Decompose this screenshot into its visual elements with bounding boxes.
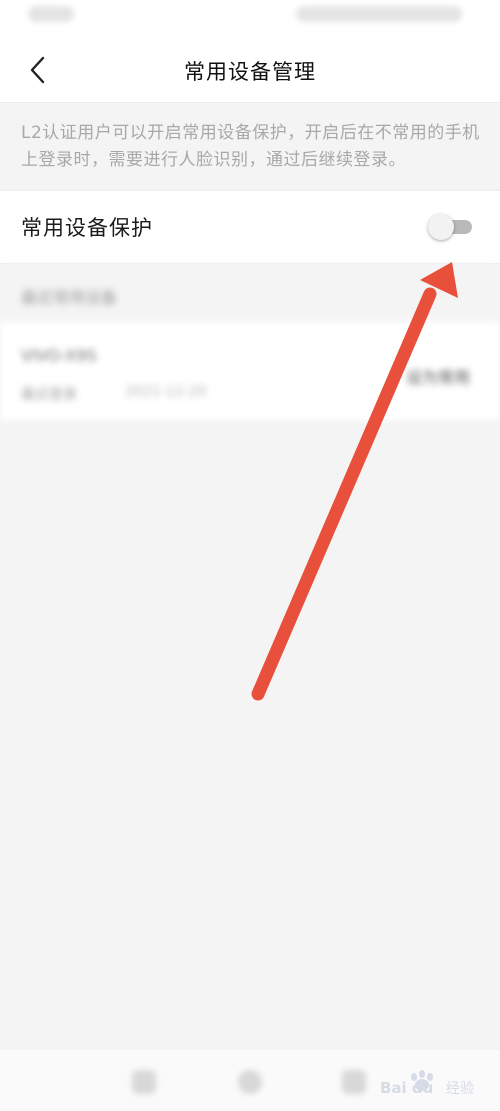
bottom-menu-icon[interactable]	[132, 1070, 156, 1094]
bottom-home-icon[interactable]	[238, 1070, 262, 1094]
watermark-brand: Bai du	[380, 1079, 433, 1097]
recent-devices-header: 最近常用设备	[0, 264, 500, 320]
watermark-suffix: 经验	[446, 1081, 474, 1097]
device-last-login-label: 最近登录	[21, 387, 77, 403]
nav-bar: 常用设备管理	[0, 36, 500, 103]
status-bar	[0, 0, 500, 36]
bottom-back-icon[interactable]	[342, 1070, 366, 1094]
status-icons-blur	[296, 6, 462, 22]
recent-devices-title: 最近常用设备	[21, 288, 118, 307]
set-common-device-button[interactable]: 设为常用	[406, 364, 470, 388]
baidu-jingyan-watermark: Bai du 经验	[376, 1063, 486, 1103]
device-protection-toggle[interactable]	[428, 214, 472, 240]
toggle-knob	[428, 214, 454, 240]
device-protection-row: 常用设备保护	[0, 190, 500, 264]
device-last-login-time: 2021-12-20	[125, 384, 207, 400]
description-section: L2认证用户可以开启常用设备保护，开启后在不常用的手机上登录时，需要进行人脸识别…	[0, 103, 500, 189]
description-text: L2认证用户可以开启常用设备保护，开启后在不常用的手机上登录时，需要进行人脸识别…	[21, 123, 480, 170]
device-name: VIVO-X9S	[21, 346, 97, 365]
baidu-paw-icon: Bai du 经验	[380, 1070, 474, 1097]
status-time-blur	[28, 6, 74, 22]
page-title: 常用设备管理	[184, 60, 316, 84]
device-list-item: VIVO-X9S 最近登录 2021-12-20 设为常用	[0, 322, 500, 420]
device-protection-label: 常用设备保护	[21, 216, 153, 240]
